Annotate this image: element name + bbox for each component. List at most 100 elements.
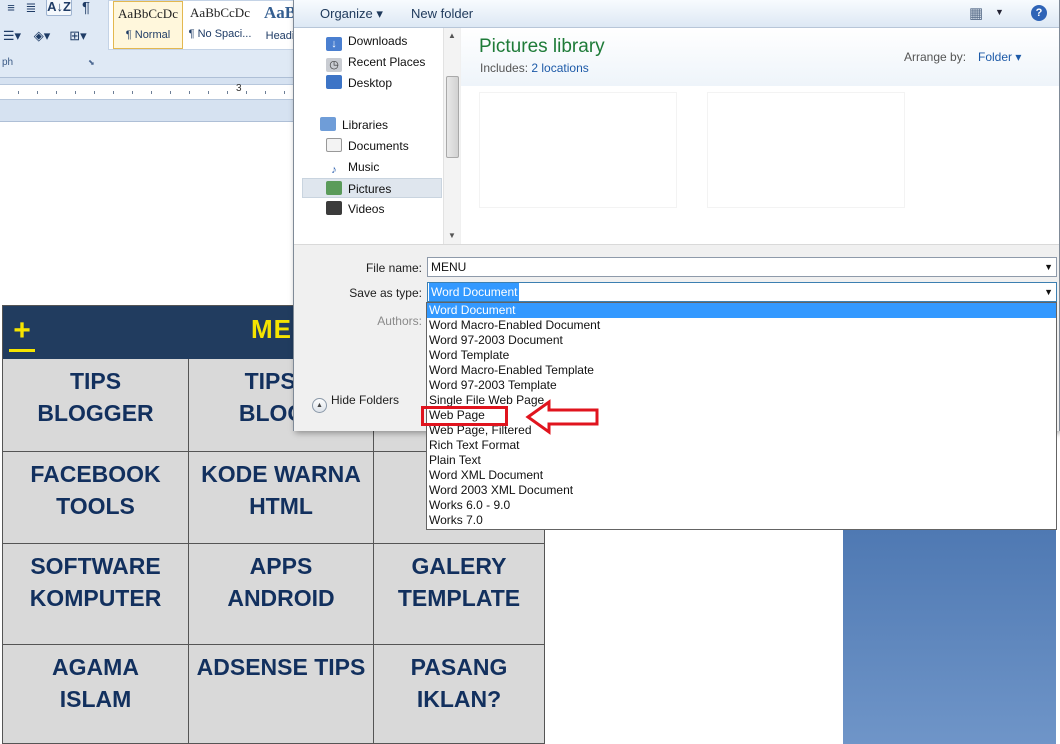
- nav-item-label: Music: [348, 160, 380, 174]
- dialog-launcher-icon[interactable]: ⬊: [88, 58, 95, 67]
- chevron-down-icon[interactable]: ▼: [1044, 283, 1053, 301]
- paragraph-group-label: ph: [2, 57, 14, 68]
- nav-item-videos[interactable]: Videos: [326, 199, 442, 219]
- hide-folders-label: Hide Folders: [331, 393, 400, 407]
- file-name-value: MENU: [431, 260, 467, 274]
- annotation-arrow-icon: [525, 399, 599, 435]
- type-option-word-2003-xml-document[interactable]: Word 2003 XML Document: [427, 483, 1056, 498]
- type-option-rich-text-format[interactable]: Rich Text Format: [427, 438, 1056, 453]
- cell-line: APPS: [249, 553, 313, 579]
- desktop-icon: [326, 75, 342, 89]
- scroll-down-icon[interactable]: ▼: [448, 231, 456, 240]
- nav-item-label: Pictures: [348, 182, 392, 196]
- save-as-type-select[interactable]: Word Document ▼: [427, 282, 1057, 302]
- view-options-arrow-icon[interactable]: ▼: [995, 7, 1004, 17]
- style-no-spacing[interactable]: AaBbCcDc ¶ No Spaci...: [185, 1, 255, 49]
- line-spacing-icon[interactable]: ☰▾: [0, 26, 24, 46]
- recent-places-icon: ◷: [326, 58, 342, 72]
- style-name: ¶ No Spaci...: [188, 28, 252, 40]
- file-thumbnail[interactable]: [707, 92, 905, 208]
- type-option-word-xml-document[interactable]: Word XML Document: [427, 468, 1056, 483]
- new-folder-button[interactable]: New folder: [411, 6, 473, 21]
- library-title: Pictures library: [479, 36, 605, 57]
- cell-line: HTML: [249, 493, 313, 519]
- file-thumbnail[interactable]: [479, 92, 677, 208]
- help-icon[interactable]: ?: [1031, 5, 1047, 21]
- type-option-single-file-web-page[interactable]: Single File Web Page: [427, 393, 1056, 408]
- file-name-field[interactable]: MENU ▼: [427, 257, 1057, 277]
- cell-line: GALERY: [411, 553, 507, 579]
- table-cell[interactable]: FACEBOOK TOOLS: [3, 452, 189, 544]
- nav-item-label: Recent Places: [348, 55, 426, 69]
- indent-icon[interactable]: ≣: [22, 0, 40, 18]
- type-option-word-template[interactable]: Word Template: [427, 348, 1056, 363]
- align-left-icon[interactable]: ≡: [2, 0, 20, 18]
- organize-button[interactable]: Organize ▾: [320, 6, 383, 22]
- word-ribbon: ≡ ≣ A↓Z ¶ ☰▾ ◈▾ ⊞▾ ph ⬊ AaBbCcDc ¶ Norma…: [0, 0, 300, 78]
- type-option-word-macro-template[interactable]: Word Macro-Enabled Template: [427, 363, 1056, 378]
- cell-line: ANDROID: [227, 585, 335, 611]
- cell-line: FACEBOOK: [30, 461, 161, 487]
- style-sample: AaBbCcDc: [118, 6, 178, 21]
- cell-line: TOOLS: [56, 493, 135, 519]
- table-cell[interactable]: SOFTWARE KOMPUTER: [3, 544, 189, 645]
- styles-gallery: AaBbCcDc ¶ Normal AaBbCcDc ¶ No Spaci...…: [108, 0, 300, 50]
- nav-item-music[interactable]: ♪ Music: [326, 157, 442, 177]
- ruler-strip: [0, 84, 300, 100]
- cell-line: TIPS: [69, 368, 122, 394]
- table-cell[interactable]: APPS ANDROID: [189, 544, 374, 645]
- hide-folders-button[interactable]: ▲ Hide Folders: [312, 393, 399, 413]
- nav-item-label: Documents: [348, 139, 409, 153]
- nav-item-desktop[interactable]: Desktop: [326, 73, 442, 93]
- nav-scrollbar[interactable]: ▲ ▼: [443, 28, 460, 244]
- scroll-up-icon[interactable]: ▲: [448, 31, 456, 40]
- sort-icon[interactable]: A↓Z: [46, 0, 72, 16]
- border-icon[interactable]: ⊞▾: [64, 26, 92, 46]
- pilcrow-icon[interactable]: ¶: [76, 0, 96, 18]
- shading-icon[interactable]: ◈▾: [30, 26, 54, 46]
- type-option-word-97-document[interactable]: Word 97-2003 Document: [427, 333, 1056, 348]
- cell-line: TEMPLATE: [397, 585, 521, 611]
- type-option-plain-text[interactable]: Plain Text: [427, 453, 1056, 468]
- file-content-pane[interactable]: Pictures library Includes: 2 locations A…: [461, 28, 1059, 244]
- type-option-word-document[interactable]: Word Document: [427, 303, 1056, 318]
- dialog-toolbar: Organize ▾ New folder ▦ ▼ ?: [294, 0, 1059, 28]
- type-option-word-macro-document[interactable]: Word Macro-Enabled Document: [427, 318, 1056, 333]
- cell-line: IKLAN?: [416, 686, 502, 712]
- scrollbar-thumb[interactable]: [446, 76, 459, 158]
- chevron-down-icon[interactable]: ▼: [1044, 258, 1053, 276]
- type-option-works-6-9[interactable]: Works 6.0 - 9.0: [427, 498, 1056, 513]
- nav-item-downloads[interactable]: ↓ Downloads: [326, 31, 442, 51]
- ruler[interactable]: 3: [0, 78, 300, 122]
- nav-item-recent-places[interactable]: ◷ Recent Places: [326, 52, 442, 72]
- table-cell[interactable]: TIPS BLOGGER: [3, 359, 189, 452]
- style-normal[interactable]: AaBbCcDc ¶ Normal: [113, 1, 183, 49]
- arrange-by-label: Arrange by:: [904, 50, 967, 64]
- change-view-icon[interactable]: ▦: [969, 4, 983, 22]
- plus-icon[interactable]: +: [9, 316, 35, 352]
- annotation-highlight-box: [421, 406, 508, 426]
- navigation-pane: ↓ Downloads ◷ Recent Places Desktop Librar…: [294, 28, 460, 244]
- type-option-web-page[interactable]: Web Page: [427, 408, 1056, 423]
- file-name-label: File name:: [365, 261, 422, 275]
- table-cell[interactable]: KODE WARNA HTML: [189, 452, 374, 544]
- save-as-type-dropdown-list: Word Document Word Macro-Enabled Documen…: [426, 302, 1057, 530]
- table-cell[interactable]: GALERY TEMPLATE: [374, 544, 544, 645]
- table-cell[interactable]: ADSENSE TIPS: [189, 645, 374, 743]
- table-cell[interactable]: PASANG IKLAN?: [374, 645, 544, 743]
- arrange-by-dropdown[interactable]: Folder ▾: [978, 50, 1021, 64]
- libraries-icon: [320, 117, 336, 131]
- type-option-web-page-filtered[interactable]: Web Page, Filtered: [427, 423, 1056, 438]
- nav-item-libraries[interactable]: Libraries: [320, 115, 460, 135]
- library-includes: Includes: 2 locations: [480, 61, 589, 75]
- nav-item-pictures[interactable]: Pictures: [302, 178, 442, 198]
- cell-line: AGAMA: [52, 654, 139, 680]
- locations-link[interactable]: 2 locations: [531, 61, 588, 75]
- type-option-works-7[interactable]: Works 7.0: [427, 513, 1056, 528]
- type-option-word-97-template[interactable]: Word 97-2003 Template: [427, 378, 1056, 393]
- nav-item-label: Libraries: [342, 118, 389, 132]
- nav-item-documents[interactable]: Documents: [326, 136, 442, 156]
- save-as-type-label: Save as type:: [349, 286, 422, 300]
- documents-icon: [326, 138, 342, 152]
- table-cell[interactable]: AGAMA ISLAM: [3, 645, 189, 743]
